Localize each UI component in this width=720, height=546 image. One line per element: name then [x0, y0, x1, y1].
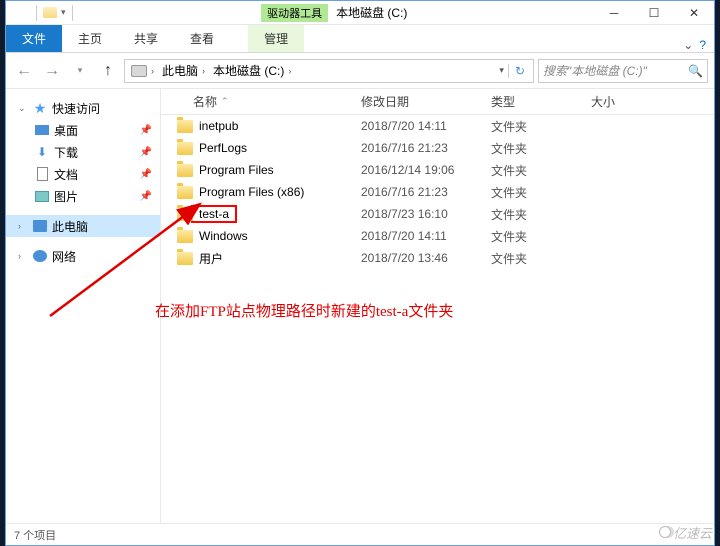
drive-icon — [131, 65, 147, 77]
status-bar: 7 个项目 — [6, 523, 714, 545]
app-icon — [12, 4, 30, 22]
refresh-icon[interactable]: ↻ — [508, 64, 531, 78]
folder-icon — [177, 120, 193, 133]
file-type: 文件夹 — [491, 140, 591, 157]
col-size[interactable]: 大小 — [591, 93, 671, 110]
pin-icon: 📌 — [140, 125, 152, 136]
item-count: 7 个项目 — [14, 527, 56, 543]
nav-pictures[interactable]: 图片📌 — [6, 185, 160, 207]
pin-icon: 📌 — [140, 191, 152, 202]
back-button[interactable]: ← — [12, 59, 36, 83]
ribbon-tabs: 文件 主页 共享 查看 管理 ⌄ ? — [6, 25, 714, 53]
folder-icon — [177, 186, 193, 199]
folder-icon — [177, 230, 193, 243]
pin-icon: 📌 — [140, 147, 152, 158]
table-row[interactable]: PerfLogs 2016/7/16 21:23文件夹 — [161, 137, 714, 159]
tab-share[interactable]: 共享 — [118, 25, 174, 52]
network-icon — [33, 250, 47, 262]
file-date: 2018/7/20 14:11 — [361, 229, 491, 243]
window-title: 本地磁盘 (C:) — [336, 4, 407, 21]
history-dropdown-icon[interactable]: ▾ — [68, 59, 92, 83]
titlebar: ▾ 驱动器工具 本地磁盘 (C:) ─ ☐ ✕ — [6, 1, 714, 25]
close-button[interactable]: ✕ — [674, 1, 714, 25]
file-name: inetpub — [199, 119, 238, 133]
document-icon — [37, 167, 48, 181]
tab-home[interactable]: 主页 — [62, 25, 118, 52]
file-name: Program Files (x86) — [199, 185, 304, 199]
folder-icon — [177, 142, 193, 155]
file-date: 2018/7/20 13:46 — [361, 251, 491, 265]
picture-icon — [35, 191, 49, 202]
annotation-text: 在添加FTP站点物理路径时新建的test-a文件夹 — [155, 300, 453, 321]
address-bar[interactable]: › 此电脑› 本地磁盘 (C:)› ▾ ↻ — [124, 59, 534, 83]
file-date: 2016/12/14 19:06 — [361, 163, 491, 177]
minimize-button[interactable]: ─ — [594, 1, 634, 25]
file-type: 文件夹 — [491, 206, 591, 223]
nav-quick-access[interactable]: ⌄★快速访问 — [6, 97, 160, 119]
file-date: 2018/7/23 16:10 — [361, 207, 491, 221]
qat-dropdown-icon[interactable]: ▾ — [61, 7, 66, 18]
col-name[interactable]: 名称⌃ — [161, 93, 361, 110]
maximize-button[interactable]: ☐ — [634, 1, 674, 25]
table-row[interactable]: Windows 2018/7/20 14:11文件夹 — [161, 225, 714, 247]
tab-file[interactable]: 文件 — [6, 25, 62, 52]
table-row[interactable]: 用户 2018/7/20 13:46文件夹 — [161, 247, 714, 269]
folder-icon — [177, 208, 193, 221]
file-name: PerfLogs — [199, 141, 247, 155]
tab-view[interactable]: 查看 — [174, 25, 230, 52]
table-row[interactable]: Program Files 2016/12/14 19:06文件夹 — [161, 159, 714, 181]
file-type: 文件夹 — [491, 118, 591, 135]
ribbon-expand-icon[interactable]: ⌄ — [683, 38, 693, 52]
crumb-thispc[interactable]: 此电脑› — [158, 62, 209, 79]
table-row[interactable]: inetpub 2018/7/20 14:11文件夹 — [161, 115, 714, 137]
nav-downloads[interactable]: ⬇下载📌 — [6, 141, 160, 163]
file-type: 文件夹 — [491, 228, 591, 245]
crumb-drive[interactable]: 本地磁盘 (C:)› — [209, 62, 295, 79]
folder-icon — [177, 164, 193, 177]
pc-icon — [33, 220, 47, 232]
col-type[interactable]: 类型 — [491, 93, 591, 110]
file-name: 用户 — [199, 250, 223, 267]
file-date: 2016/7/16 21:23 — [361, 141, 491, 155]
table-row[interactable]: Program Files (x86) 2016/7/16 21:23文件夹 — [161, 181, 714, 203]
file-name: test-a — [191, 205, 237, 223]
column-headers: 名称⌃ 修改日期 类型 大小 — [161, 89, 714, 115]
file-name: Program Files — [199, 163, 274, 177]
qat-open-icon[interactable] — [43, 7, 57, 18]
up-button[interactable]: ↑ — [96, 59, 120, 83]
nav-documents[interactable]: 文档📌 — [6, 163, 160, 185]
search-icon: 🔍 — [688, 64, 703, 78]
download-icon: ⬇ — [34, 144, 50, 160]
nav-pane: ⌄★快速访问 桌面📌 ⬇下载📌 文档📌 图片📌 ›此电脑 ›网络 — [6, 89, 161, 523]
search-input[interactable]: 搜索"本地磁盘 (C:)" 🔍 — [538, 59, 708, 83]
nav-network[interactable]: ›网络 — [6, 245, 160, 267]
file-date: 2016/7/16 21:23 — [361, 185, 491, 199]
forward-button: → — [40, 59, 64, 83]
table-row[interactable]: test-a 2018/7/23 16:10文件夹 — [161, 203, 714, 225]
explorer-window: ▾ 驱动器工具 本地磁盘 (C:) ─ ☐ ✕ 文件 主页 共享 查看 管理 ⌄… — [5, 0, 715, 546]
star-icon: ★ — [32, 100, 48, 116]
help-icon[interactable]: ? — [699, 38, 706, 52]
navigation-row: ← → ▾ ↑ › 此电脑› 本地磁盘 (C:)› ▾ ↻ 搜索"本地磁盘 (C… — [6, 53, 714, 89]
file-type: 文件夹 — [491, 184, 591, 201]
file-date: 2018/7/20 14:11 — [361, 119, 491, 133]
file-name: Windows — [199, 229, 248, 243]
nav-desktop[interactable]: 桌面📌 — [6, 119, 160, 141]
quick-access-toolbar: ▾ — [34, 5, 75, 21]
nav-thispc[interactable]: ›此电脑 — [6, 215, 160, 237]
context-tab-label: 驱动器工具 — [261, 4, 328, 22]
addr-dropdown-icon[interactable]: ▾ — [495, 65, 508, 76]
file-type: 文件夹 — [491, 162, 591, 179]
watermark: 亿速云 — [659, 523, 712, 542]
folder-icon — [177, 252, 193, 265]
pin-icon: 📌 — [140, 169, 152, 180]
tab-manage[interactable]: 管理 — [248, 25, 304, 52]
desktop-icon — [35, 125, 49, 135]
file-type: 文件夹 — [491, 250, 591, 267]
col-modified[interactable]: 修改日期 — [361, 93, 491, 110]
